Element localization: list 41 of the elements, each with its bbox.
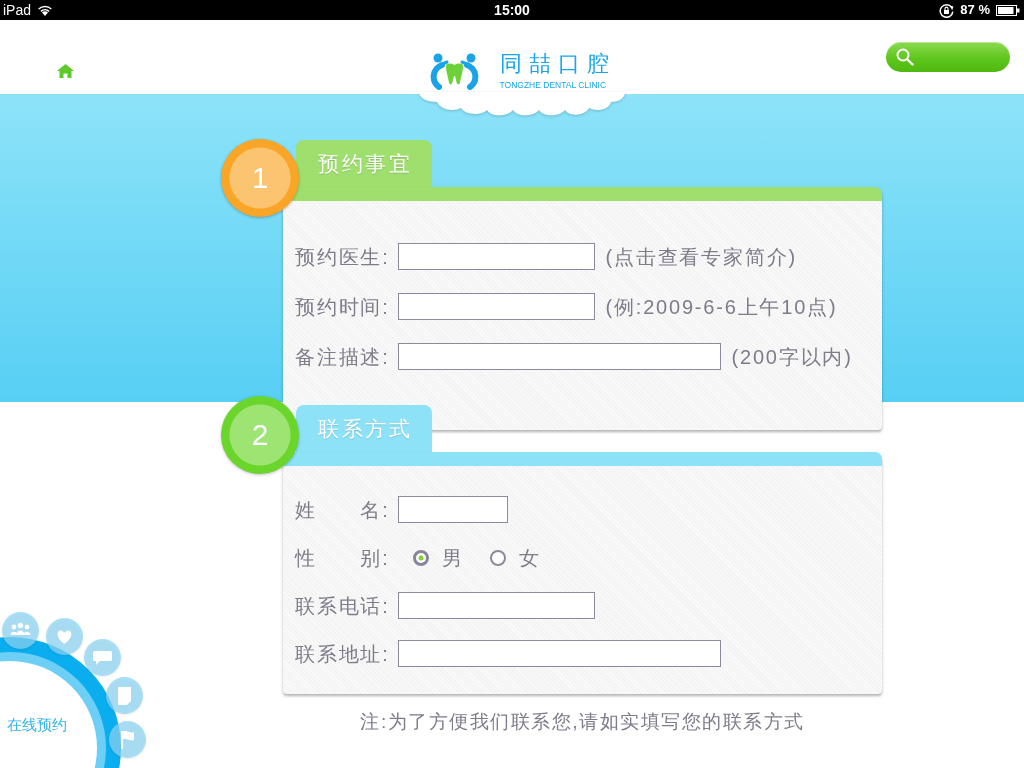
booking-button[interactable]: 在线预约: [6, 716, 68, 734]
battery-percent: 87 %: [960, 2, 990, 18]
search-icon: [896, 48, 914, 66]
note-icon[interactable]: [106, 677, 143, 714]
field-label: 联系电话:: [295, 593, 390, 618]
field-hint: (点击查看专家简介): [605, 244, 797, 269]
field-label: 性 别:: [295, 545, 390, 570]
text-field[interactable]: [397, 496, 508, 523]
step-badge: 1: [221, 139, 299, 217]
section-title: 联系方式: [296, 405, 432, 452]
radio-button[interactable]: [489, 549, 506, 566]
brand-name: 同喆口腔: [499, 52, 616, 76]
field-hint: (例:2009-6-6上午10点): [605, 294, 838, 319]
field-label: 预约医生:: [295, 244, 390, 269]
radio-button[interactable]: [412, 549, 429, 566]
group-icon[interactable]: [2, 612, 39, 649]
text-field[interactable]: [397, 243, 595, 270]
home-icon[interactable]: [57, 64, 74, 78]
brand-subtitle: TONGZHE DENTAL CLINIC: [499, 80, 608, 90]
step-badge: 2: [221, 396, 299, 474]
device-name: iPad: [3, 2, 32, 18]
form-note: 注:为了方便我们联系您,请如实填写您的联系方式: [359, 711, 806, 733]
field-hint: (200字以内): [731, 344, 853, 369]
option-label: 女: [518, 545, 539, 570]
field-label: 联系地址:: [295, 641, 390, 666]
section-title: 预约事宜: [296, 140, 432, 187]
wifi-icon: [37, 4, 54, 16]
field-label: 备注描述:: [295, 344, 390, 369]
search-button[interactable]: [886, 42, 1010, 72]
rotation-lock-icon: [939, 2, 955, 18]
field-label: 姓 名:: [295, 497, 390, 522]
flag-icon[interactable]: [109, 721, 146, 758]
option-label: 男: [441, 545, 462, 570]
text-field[interactable]: [397, 293, 595, 320]
battery-icon: [996, 4, 1020, 16]
text-field[interactable]: [397, 343, 721, 370]
text-field[interactable]: [397, 592, 595, 619]
chat-bubble-icon[interactable]: [84, 639, 121, 676]
clock-time: 15:00: [494, 2, 530, 18]
text-field[interactable]: [397, 640, 721, 667]
field-label: 预约时间:: [295, 294, 390, 319]
